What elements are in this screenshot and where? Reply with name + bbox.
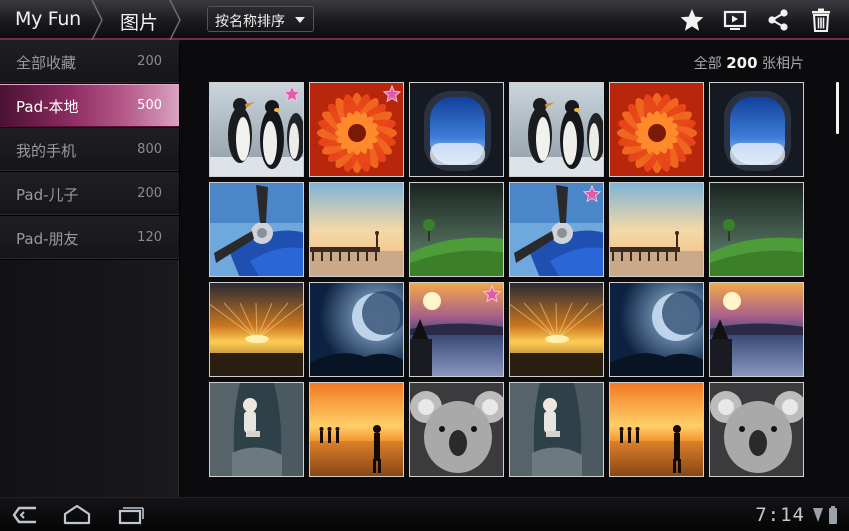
favorite-star-icon — [283, 85, 301, 103]
photo-image — [710, 383, 803, 476]
photo-image — [210, 383, 303, 476]
photo-image — [510, 283, 603, 376]
photo-image — [710, 283, 803, 376]
sort-dropdown-label: 按名称排序 — [215, 14, 285, 30]
sidebar-item-label: Pad-儿子 — [16, 186, 79, 204]
photo-thumbnail-pier-sunset[interactable] — [609, 182, 704, 277]
sidebar-item-label: 全部收藏 — [16, 54, 77, 72]
back-icon[interactable] — [10, 502, 40, 528]
photo-image — [210, 183, 303, 276]
photo-thumbnail-red-flower[interactable] — [609, 82, 704, 177]
sidebar-item-count: 200 — [137, 54, 162, 69]
photo-thumbnail-beach-silhouettes[interactable] — [309, 382, 404, 477]
photo-total-prefix: 全部 — [693, 56, 722, 72]
photo-image — [610, 283, 703, 376]
slideshow-icon[interactable] — [721, 6, 749, 34]
photo-thumbnail-airplane-window[interactable] — [709, 82, 804, 177]
photo-image — [310, 283, 403, 376]
sidebar-item-count: 500 — [137, 98, 162, 113]
photo-image — [410, 83, 503, 176]
breadcrumb-app[interactable]: My Fun — [0, 0, 100, 40]
recent-apps-icon[interactable] — [114, 502, 146, 528]
photo-image — [610, 383, 703, 476]
photo-thumbnail-moon-night[interactable] — [309, 282, 404, 377]
app-title: My Fun — [15, 8, 81, 30]
photo-image — [510, 83, 603, 176]
photo-image — [310, 383, 403, 476]
photo-image — [710, 183, 803, 276]
photo-image — [410, 183, 503, 276]
favorite-star-icon — [483, 285, 501, 303]
action-bar: My Fun 图片 按名称排序 — [0, 0, 849, 40]
photo-thumbnail-red-flower[interactable] — [309, 82, 404, 177]
photo-thumbnail-pier-sunset[interactable] — [309, 182, 404, 277]
photo-grid-panel: 全部 200 张相片 — [180, 40, 849, 497]
wifi-icon — [812, 506, 824, 528]
photo-thumbnail-sunrise-lake[interactable] — [709, 282, 804, 377]
photo-total: 全部 200 张相片 — [694, 53, 804, 73]
favorite-star-icon — [583, 185, 601, 203]
photo-image — [610, 83, 703, 176]
trash-icon[interactable] — [807, 6, 835, 34]
photo-image — [510, 383, 603, 476]
photo-image — [710, 83, 803, 176]
scrollbar[interactable] — [836, 82, 839, 134]
star-icon[interactable] — [678, 6, 706, 34]
share-icon[interactable] — [764, 6, 792, 34]
sidebar-item-pad-local[interactable]: Pad-本地 500 — [0, 84, 179, 128]
photo-thumbnail-girl-tree[interactable] — [209, 382, 304, 477]
clock: 7:14 — [755, 504, 805, 526]
photo-thumbnail-girl-tree[interactable] — [509, 382, 604, 477]
photo-thumbnail-koala[interactable] — [409, 382, 504, 477]
photo-thumbnail-beach-silhouettes[interactable] — [609, 382, 704, 477]
photo-image — [410, 383, 503, 476]
page-title: 图片 — [120, 12, 159, 34]
photo-thumbnail-sunrise-lake[interactable] — [409, 282, 504, 377]
sidebar-item-favorites[interactable]: 全部收藏 200 — [0, 40, 179, 84]
sidebar-item-label: Pad-本地 — [16, 98, 79, 116]
photo-thumbnail-green-hill[interactable] — [409, 182, 504, 277]
photo-thumbnail-koala[interactable] — [709, 382, 804, 477]
photo-thumbnail-sunset-sea[interactable] — [209, 282, 304, 377]
photo-total-count: 200 — [726, 54, 758, 72]
photo-thumbnail-propeller[interactable] — [209, 182, 304, 277]
photo-image — [610, 183, 703, 276]
sidebar-item-label: Pad-朋友 — [16, 230, 79, 248]
photo-thumbnail-penguins[interactable] — [509, 82, 604, 177]
photo-image — [310, 183, 403, 276]
battery-icon — [828, 506, 838, 528]
photo-thumbnail-sunset-sea[interactable] — [509, 282, 604, 377]
breadcrumb-separator-icon — [168, 0, 182, 40]
sidebar-item-count: 800 — [137, 142, 162, 157]
photo-thumbnail-airplane-window[interactable] — [409, 82, 504, 177]
favorite-star-icon — [383, 85, 401, 103]
sidebar-item-count: 120 — [137, 230, 162, 245]
sort-dropdown[interactable]: 按名称排序 — [207, 6, 314, 32]
photo-thumbnail-moon-night[interactable] — [609, 282, 704, 377]
photo-total-suffix: 张相片 — [762, 56, 804, 72]
sidebar-item-pad-son[interactable]: Pad-儿子 200 — [0, 172, 179, 216]
sidebar-item-pad-friends[interactable]: Pad-朋友 120 — [0, 216, 179, 260]
sidebar-item-count: 200 — [137, 186, 162, 201]
chevron-down-icon — [295, 17, 305, 23]
home-icon[interactable] — [61, 502, 93, 528]
album-sidebar: 全部收藏 200 Pad-本地 500 我的手机 800 Pad-儿子 200 … — [0, 40, 179, 497]
photo-image — [210, 283, 303, 376]
photo-thumbnail-propeller[interactable] — [509, 182, 604, 277]
sidebar-item-label: 我的手机 — [16, 142, 77, 160]
photo-thumbnail-penguins[interactable] — [209, 82, 304, 177]
photo-thumbnail-green-hill[interactable] — [709, 182, 804, 277]
sidebar-item-my-phone[interactable]: 我的手机 800 — [0, 128, 179, 172]
system-bar: 7:14 — [0, 497, 849, 531]
